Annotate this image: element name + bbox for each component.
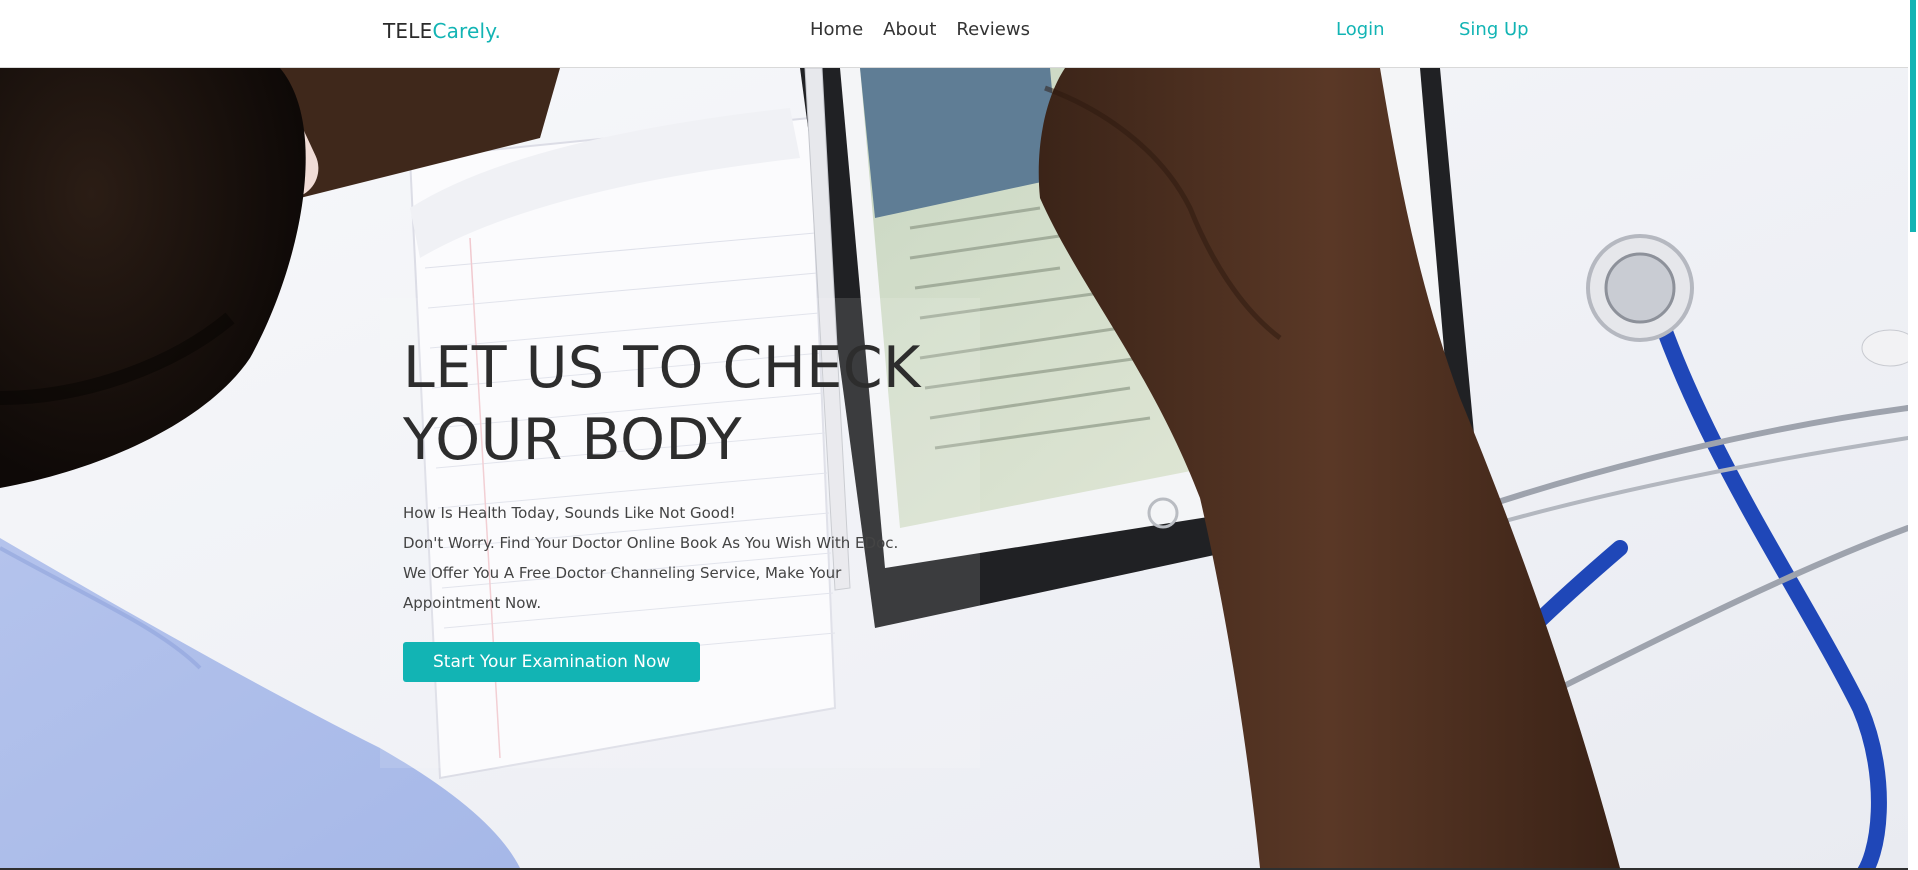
hero-description: How Is Health Today, Sounds Like Not Goo… [403,498,903,618]
hero-description-line: Appointment Now. [403,594,542,612]
brand-name-part2: Carely. [432,19,502,43]
nav-link-about[interactable]: About [883,19,936,40]
signup-link[interactable]: Sing Up [1459,19,1529,40]
brand-name-part1: TELE [383,19,433,43]
brand-logo[interactable]: TELECarely. [383,19,501,43]
scrollbar-thumb[interactable] [1910,0,1916,232]
hero-description-line: We Offer You A Free Doctor Channeling Se… [403,564,842,582]
nav-link-reviews[interactable]: Reviews [956,19,1030,40]
hero-headline-line1: LET US TO CHECK [403,335,921,401]
start-examination-button[interactable]: Start Your Examination Now [403,642,701,682]
hero-section: LET US TO CHECK YOUR BODY How Is Health … [0,68,1908,868]
hero-description-line: How Is Health Today, Sounds Like Not Goo… [403,504,736,522]
hero-description-line: Don't Worry. Find Your Doctor Online Boo… [403,534,899,552]
page-scrollbar[interactable] [1908,0,1918,870]
login-link[interactable]: Login [1336,19,1385,40]
hero-text-block: LET US TO CHECK YOUR BODY How Is Health … [403,332,963,682]
page: TELECarely. Home About Reviews Login Sin… [0,0,1918,870]
nav-link-home[interactable]: Home [810,19,863,40]
hero-headline: LET US TO CHECK YOUR BODY [403,332,963,476]
nav-links: Home About Reviews [810,19,1030,40]
top-navbar: TELECarely. Home About Reviews Login Sin… [0,0,1908,68]
hero-headline-line2: YOUR BODY [403,407,743,473]
